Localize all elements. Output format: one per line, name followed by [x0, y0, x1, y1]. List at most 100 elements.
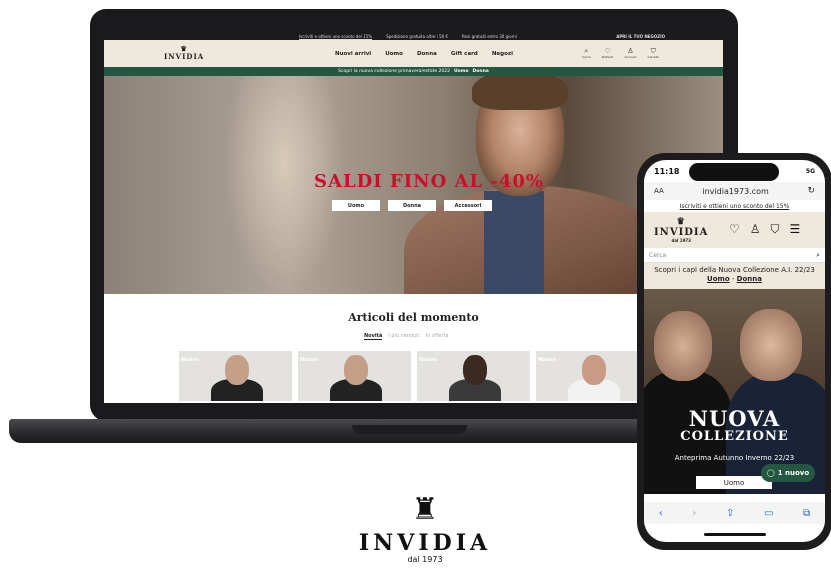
dynamic-island: [689, 163, 779, 181]
heart-icon[interactable]: ♡: [729, 222, 740, 237]
bag-icon: ⛉: [650, 47, 656, 55]
hero-uomo-button[interactable]: Uomo: [696, 476, 772, 489]
product-model-face: [225, 355, 249, 385]
hero-title-line2: COLLEZIONE: [680, 429, 789, 444]
hero-model-2-face: [740, 309, 802, 381]
product-card[interactable]: Nuovo: [536, 351, 649, 401]
product-model-face: [344, 355, 368, 385]
new-badge: Nuovo: [419, 357, 437, 363]
promo-bar: Scopri la nuova collezione primavera/est…: [104, 67, 723, 76]
top-bar: Iscriviti e ottieni uno sconto del 15% S…: [104, 32, 723, 40]
nav-negozi[interactable]: Negozi: [492, 51, 513, 57]
wishlist-button[interactable]: ♡ Preferiti: [602, 47, 614, 59]
bag-icon[interactable]: ⛉: [771, 222, 780, 237]
search-label: Cerca: [582, 55, 591, 59]
back-icon[interactable]: ‹: [659, 508, 663, 519]
promo-donna-link[interactable]: Donna: [473, 69, 489, 74]
new-badge: Nuovo: [181, 357, 199, 363]
share-icon[interactable]: ⇪: [726, 508, 734, 519]
search-icon[interactable]: ⌕: [816, 251, 820, 260]
hero-model-hair: [472, 76, 568, 110]
product-card[interactable]: Nuovo: [417, 351, 530, 401]
search-button[interactable]: ⌕ Cerca: [582, 47, 591, 59]
laptop-notch: [352, 425, 467, 434]
search-icon: ⌕: [584, 47, 589, 55]
mobile-logo-sub: dal 1973: [671, 238, 691, 243]
product-card[interactable]: Nuovo: [179, 351, 292, 401]
new-badge: Nuovo: [300, 357, 318, 363]
safari-toolbar: ‹ › ⇪ ▭ ⧉: [644, 502, 825, 524]
collection-donna-link[interactable]: Donna: [737, 275, 762, 283]
hero-title-line1: NUOVA: [688, 406, 781, 431]
forward-icon[interactable]: ›: [692, 508, 696, 519]
mobile-hero: NUOVA COLLEZIONE Anteprima Autunno Inver…: [644, 289, 825, 494]
nav-new-arrivals[interactable]: Nuovi arrivi: [335, 51, 371, 57]
brand-since: dal 1973: [407, 555, 443, 564]
mobile-promo-link[interactable]: Iscriviti e ottieni uno sconto del 15%: [644, 200, 825, 212]
product-model-face: [582, 355, 606, 385]
user-icon: ♙: [627, 47, 634, 55]
hero-subtitle: Anteprima Autunno Inverno 22/23: [674, 454, 795, 462]
nav-donna[interactable]: Donna: [417, 51, 437, 57]
user-icon[interactable]: ♙: [750, 222, 761, 237]
cart-button[interactable]: ⛉ Carrello: [647, 47, 659, 59]
promo-text: Scopri la nuova collezione primavera/est…: [338, 69, 451, 74]
mobile-collection-promo: Scopri i capi della Nuova Collezione A.I…: [644, 263, 825, 289]
browser-url-bar[interactable]: AA invidia1973.com ↻: [644, 182, 825, 200]
status-bar: 11:18 5G: [644, 160, 825, 182]
search-placeholder: Cerca: [649, 251, 667, 259]
crown-icon: ♛: [180, 44, 188, 53]
hero-accessori-button[interactable]: Accessori: [444, 200, 492, 211]
topbar-signup-link[interactable]: Iscriviti e ottieni uno sconto del 15%: [299, 34, 372, 39]
mobile-logo[interactable]: ♛ INVIDIA dal 1973: [654, 217, 709, 244]
logo-text: INVIDIA: [164, 52, 205, 61]
status-time: 11:18: [654, 166, 680, 176]
chat-button[interactable]: ◯ 1 nuovo: [761, 464, 815, 482]
new-badge: Nuovo: [538, 357, 556, 363]
open-store-link[interactable]: APRI IL TUO NEGOZIO: [616, 34, 665, 39]
account-label: Account: [624, 55, 637, 59]
main-nav: ♛ INVIDIA Nuovi arrivi Uomo Donna Gift c…: [104, 40, 723, 67]
mobile-logo-text: INVIDIA: [654, 227, 709, 238]
hero-uomo-button[interactable]: Uomo: [332, 200, 380, 211]
hero-model-1-face: [654, 311, 712, 381]
collection-uomo-link[interactable]: Uomo: [707, 275, 730, 283]
collection-promo-text: Scopri i capi della Nuova Collezione A.I…: [654, 266, 815, 274]
mobile-nav: ♛ INVIDIA dal 1973 ♡ ♙ ⛉ ☰: [644, 212, 825, 248]
nav-gift-card[interactable]: Gift card: [451, 51, 478, 57]
chat-icon: ◯: [766, 469, 775, 477]
wishlist-label: Preferiti: [601, 55, 614, 59]
reload-icon[interactable]: ↻: [807, 186, 815, 196]
cart-label: Carrello: [647, 55, 660, 59]
text-size-button[interactable]: AA: [654, 187, 664, 195]
hero-model-shirt: [484, 191, 544, 294]
topbar-returns: Resi gratuiti entro 30 giorni: [462, 33, 517, 39]
nav-uomo[interactable]: Uomo: [385, 51, 403, 57]
brand-name: INVIDIA: [358, 530, 492, 556]
hero-donna-button[interactable]: Donna: [388, 200, 436, 211]
tab-on-sale[interactable]: In offerta: [426, 333, 449, 340]
product-card[interactable]: Nuovo: [298, 351, 411, 401]
tab-best-sellers[interactable]: I più venduti: [388, 333, 419, 340]
lion-crest-icon: ♜: [411, 492, 439, 527]
menu-icon[interactable]: ☰: [790, 222, 801, 237]
hero-banner: SALDI FINO AL -40% Uomo Donna Accessori: [104, 76, 723, 294]
desktop-site: Iscriviti e ottieni uno sconto del 15% S…: [104, 32, 723, 403]
section-title: Articoli del momento: [348, 311, 479, 324]
trending-section: Articoli del momento Novità I più vendut…: [104, 294, 723, 403]
promo-uomo-link[interactable]: Uomo: [454, 69, 469, 74]
tab-novita[interactable]: Novità: [364, 333, 383, 340]
brand-logo: ♜ INVIDIA dal 1973: [348, 489, 502, 564]
mobile-site: 11:18 5G AA invidia1973.com ↻ Iscriviti …: [644, 160, 825, 542]
bookmarks-icon[interactable]: ▭: [764, 508, 773, 519]
crown-icon: ♛: [676, 217, 686, 227]
heart-icon: ♡: [604, 47, 611, 55]
mobile-search-input[interactable]: Cerca ⌕: [644, 248, 825, 263]
site-logo[interactable]: ♛ INVIDIA: [164, 45, 204, 61]
product-model-face: [463, 355, 487, 385]
tabs-icon[interactable]: ⧉: [803, 508, 810, 519]
home-indicator: [704, 533, 766, 536]
topbar-shipping: Spedizione gratuita oltre i 50 €: [386, 33, 449, 39]
url-text[interactable]: invidia1973.com: [702, 187, 768, 196]
account-button[interactable]: ♙ Account: [624, 47, 636, 59]
